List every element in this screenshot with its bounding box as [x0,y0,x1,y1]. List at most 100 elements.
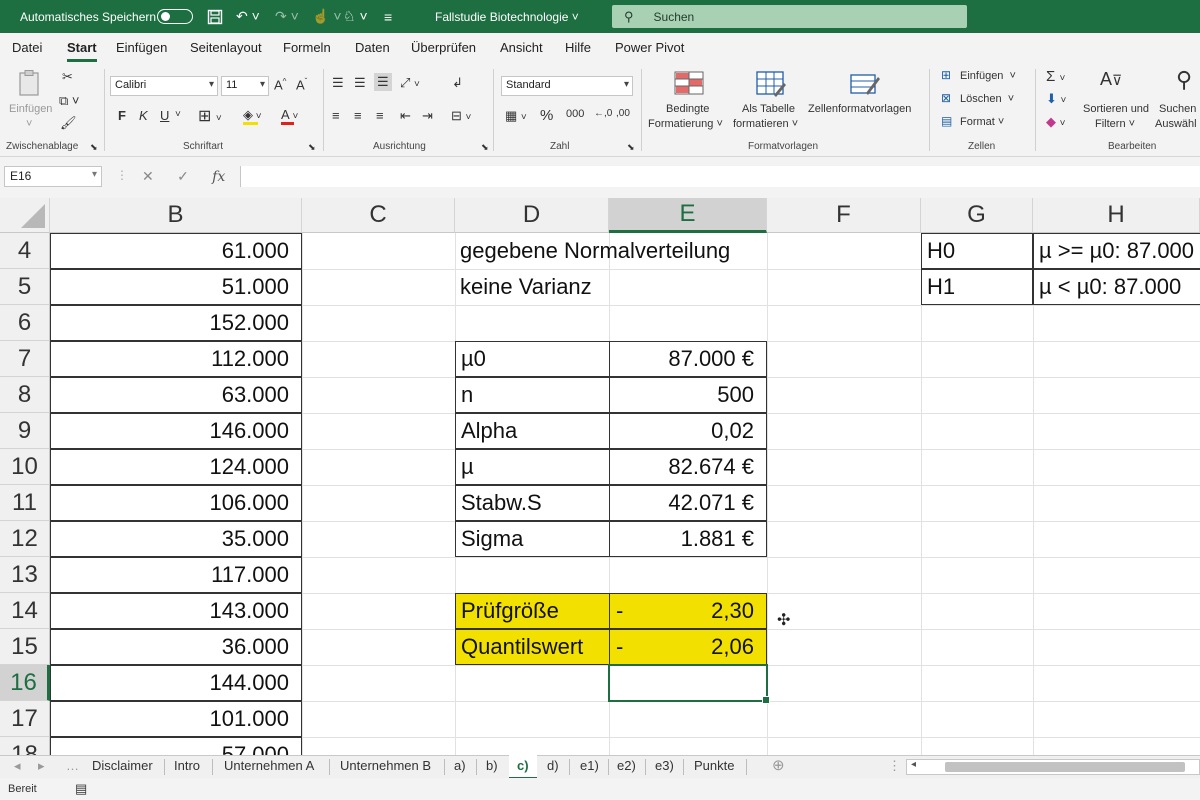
paste-icon[interactable] [16,69,44,96]
find-select-icon[interactable]: ⚲ [1176,67,1192,93]
orientation-icon[interactable]: ⤢ ˅ [400,75,420,91]
row-header-12[interactable]: 12 [0,521,50,557]
row-header-4[interactable]: 4 [0,233,50,269]
insert-function-icon[interactable]: fx [212,169,225,185]
cell-b10[interactable]: 124.000 [50,449,302,485]
cell-h4[interactable]: µ >= µ0: 87.000 [1033,233,1200,269]
tab-scroll-right-icon[interactable]: ▸ [38,758,45,774]
sheet-tab-e2[interactable]: e2) [617,758,636,773]
cell-d4[interactable]: gegebene Normalverteilung [455,233,767,269]
column-header-c[interactable]: C [302,198,455,233]
row-header-6[interactable]: 6 [0,305,50,341]
cell-d15[interactable]: Quantilswert [455,629,610,665]
column-header-f[interactable]: F [767,198,921,233]
column-header-e[interactable]: E [609,198,767,233]
cut-icon[interactable]: ✂ [62,69,73,85]
row-header-14[interactable]: 14 [0,593,50,629]
cell-b5[interactable]: 51.000 [50,269,302,305]
underline-dropdown-icon[interactable]: ˅ [175,109,181,120]
fill-icon[interactable]: ⬇ ˅ [1046,91,1066,107]
cell-b8[interactable]: 63.000 [50,377,302,413]
sort-filter-icon[interactable]: A⊽ [1100,69,1122,90]
cell-g4[interactable]: H0 [921,233,1033,269]
cell-b11[interactable]: 106.000 [50,485,302,521]
cell-b7[interactable]: 112.000 [50,341,302,377]
accounting-format-icon[interactable]: ▦ ˅ [505,108,527,124]
row-header-9[interactable]: 9 [0,413,50,449]
cell-e7[interactable]: 87.000 € [609,341,767,377]
cell-b13[interactable]: 117.000 [50,557,302,593]
increase-indent-icon[interactable]: ⇥ [422,108,433,124]
search-input[interactable]: ⚲ Suchen [612,5,967,28]
tab-ueberpruefen[interactable]: Überprüfen [411,40,476,55]
format-cells-icon[interactable]: ▤ [941,114,952,128]
align-left-icon[interactable]: ≡ [332,108,340,123]
increase-decimal-icon[interactable]: ←,0 [594,108,612,119]
cell-styles-icon[interactable] [850,71,880,97]
merge-center-icon[interactable]: ⊟ ˅ [451,108,471,124]
cell-e10[interactable]: 82.674 € [609,449,767,485]
sort-filter-label-2[interactable]: Filtern ˅ [1095,118,1135,130]
thousands-separator-icon[interactable]: 000 [566,108,584,120]
tab-einfuegen[interactable]: Einfügen [116,40,167,55]
row-header-10[interactable]: 10 [0,449,50,485]
decrease-indent-icon[interactable]: ⇤ [400,108,411,124]
select-all-corner[interactable] [0,198,50,233]
font-launcher-icon[interactable]: ⬊ [308,142,316,153]
cell-b12[interactable]: 35.000 [50,521,302,557]
sheet-tab-e3[interactable]: e3) [655,758,674,773]
document-title[interactable]: Fallstudie Biotechnologie ˅ [435,0,579,33]
cancel-icon[interactable]: ✕ [142,168,154,184]
tab-formeln[interactable]: Formeln [283,40,331,55]
cell-e14[interactable]: - 2,30 [609,593,767,629]
cell-b15[interactable]: 36.000 [50,629,302,665]
conditional-format-label-2[interactable]: Formatierung ˅ [648,118,723,130]
cell-b16[interactable]: 144.000 [50,665,302,701]
save-icon[interactable] [207,0,223,33]
cell-b14[interactable]: 143.000 [50,593,302,629]
sheet-tab-punkte[interactable]: Punkte [694,758,734,773]
sheet-tab-unternehmen-a[interactable]: Unternehmen A [224,758,314,773]
tab-power-pivot[interactable]: Power Pivot [615,40,684,55]
tab-seitenlayout[interactable]: Seitenlayout [190,40,262,55]
cell-d9[interactable]: Alpha [455,413,610,449]
tab-hilfe[interactable]: Hilfe [565,40,591,55]
cell-d5[interactable]: keine Varianz [455,269,609,305]
cell-d11[interactable]: Stabw.S [455,485,610,521]
sheet-tab-c[interactable]: c) [509,755,537,779]
delete-cells-button[interactable]: Löschen ˅ [960,93,1014,105]
format-as-table-label-2[interactable]: formatieren ˅ [733,118,798,130]
autosave-toggle[interactable] [157,9,193,24]
accessibility-icon[interactable]: ▤ [75,781,87,797]
alignment-launcher-icon[interactable]: ⬊ [481,142,489,153]
tab-start[interactable]: Start [67,40,97,62]
formula-input[interactable] [240,166,1200,187]
cell-b18[interactable]: 57.000 [50,737,302,755]
clear-icon[interactable]: ◆ ˅ [1046,114,1065,130]
align-middle-icon[interactable]: ☰ [354,75,366,91]
conditional-format-icon[interactable] [674,71,704,97]
font-name-select[interactable]: Calibri [110,76,218,96]
clipboard-launcher-icon[interactable]: ⬊ [90,142,98,153]
align-bottom-icon[interactable]: ☰ [374,73,392,91]
horizontal-scrollbar[interactable]: ◂ [906,759,1200,775]
confirm-icon[interactable]: ✓ [177,168,189,184]
selected-cell-e16[interactable] [608,664,770,704]
percent-icon[interactable]: % [540,107,553,124]
column-header-d[interactable]: D [455,198,609,233]
tab-overflow-icon[interactable]: … [66,758,79,773]
autosum-icon[interactable]: Σ ˅ [1046,68,1065,85]
tab-daten[interactable]: Daten [355,40,390,55]
row-header-8[interactable]: 8 [0,377,50,413]
format-as-table-icon[interactable] [756,71,786,97]
format-painter-icon[interactable]: 🖌 [60,115,77,131]
tab-scroll-left-icon[interactable]: ◂ [14,758,21,774]
tabs-split-icon[interactable]: ⋮ [888,758,901,774]
row-header-18[interactable]: 18 [0,737,50,755]
delete-cells-icon[interactable]: ⊠ [941,91,951,105]
row-header-13[interactable]: 13 [0,557,50,593]
column-header-b[interactable]: B [50,198,302,233]
row-header-7[interactable]: 7 [0,341,50,377]
name-box[interactable]: E16 [4,166,102,187]
bold-button[interactable]: F [118,108,126,123]
